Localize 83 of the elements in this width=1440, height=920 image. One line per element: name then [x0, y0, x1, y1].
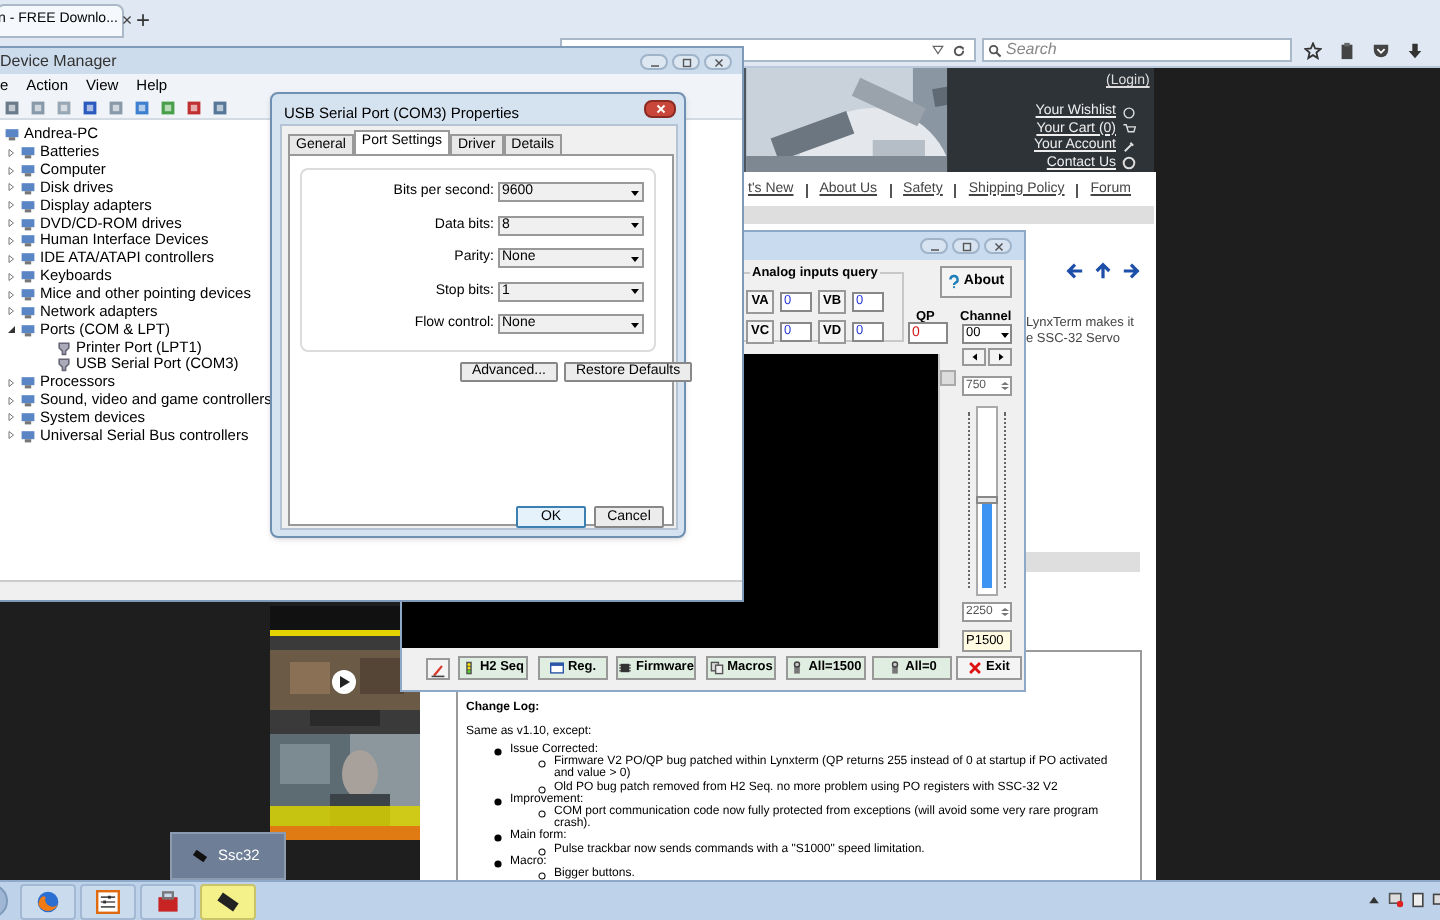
- computer-icon: [4, 126, 20, 143]
- bullet-icon: [494, 797, 502, 806]
- window-title: Device Manager: [0, 49, 117, 73]
- taskbar-button[interactable]: [200, 884, 256, 920]
- circle-bullet-icon: [538, 810, 546, 819]
- close-icon[interactable]: [993, 241, 1003, 251]
- slider-track[interactable]: [976, 406, 998, 596]
- browser-icon: [36, 890, 60, 914]
- circle-bullet-icon: [538, 785, 546, 794]
- dropdown-icon[interactable]: [932, 44, 944, 56]
- up-arrow-icon[interactable]: [1094, 262, 1112, 280]
- search-field[interactable]: Search: [982, 38, 1292, 62]
- collapsed-icon[interactable]: [6, 147, 16, 158]
- collapsed-icon[interactable]: [6, 430, 16, 441]
- circle-bullet-icon: [538, 760, 546, 769]
- dropdown-icon: [630, 286, 640, 297]
- arrow-button[interactable]: [988, 348, 1012, 366]
- traffic-light-icon: [461, 660, 476, 676]
- section-bar: [1020, 552, 1140, 572]
- bullet-icon: [494, 834, 502, 843]
- left-arrow-icon: [969, 352, 979, 362]
- collapsed-icon[interactable]: [6, 271, 16, 282]
- dropdown-icon: [630, 220, 640, 231]
- chip-icon: [618, 660, 633, 676]
- collapsed-icon[interactable]: [6, 218, 16, 229]
- cart-icon: [1122, 122, 1136, 137]
- tray-arrow-icon[interactable]: [1366, 892, 1382, 908]
- dropdown-icon: [630, 253, 640, 264]
- clipboard-icon[interactable]: [1338, 42, 1356, 60]
- globe-icon: [1122, 156, 1136, 171]
- pocket-icon[interactable]: [1372, 42, 1390, 60]
- collapsed-icon[interactable]: [6, 412, 16, 423]
- collapsed-icon[interactable]: [6, 165, 16, 176]
- bullet-icon: [494, 748, 502, 756]
- servo-icon: [887, 660, 902, 676]
- bullet-icon: [494, 859, 502, 868]
- spinner-icon: [1000, 378, 1010, 394]
- collapsed-icon[interactable]: [6, 306, 16, 317]
- slider-thumb[interactable]: [976, 496, 998, 504]
- window-icon: [549, 660, 564, 676]
- dropdown-icon: [630, 319, 640, 330]
- collapsed-icon[interactable]: [6, 235, 16, 246]
- download-icon[interactable]: [1406, 42, 1424, 60]
- network-icon[interactable]: [1388, 892, 1404, 908]
- close-icon[interactable]: ×: [121, 7, 133, 35]
- maximize-icon[interactable]: [681, 57, 691, 67]
- chip-icon: [216, 890, 240, 914]
- toolbox-icon: [156, 890, 180, 914]
- wishlist-icon: [1122, 105, 1136, 120]
- spinner-icon: [1000, 604, 1010, 620]
- key-icon: [1122, 139, 1136, 154]
- close-icon[interactable]: [713, 57, 723, 67]
- chip-icon: [192, 848, 208, 864]
- close-icon: [968, 660, 983, 676]
- collapsed-icon[interactable]: [6, 182, 16, 193]
- sliders-icon: [96, 890, 120, 914]
- close-icon: [655, 104, 665, 114]
- collapsed-icon[interactable]: [6, 289, 16, 300]
- new-tab-button[interactable]: +: [136, 8, 151, 32]
- maximize-icon[interactable]: [961, 241, 971, 251]
- right-arrow-icon[interactable]: [1122, 262, 1140, 280]
- dropdown-icon: [1000, 329, 1010, 339]
- search-icon: [988, 43, 1002, 57]
- circle-bullet-icon: [538, 872, 546, 880]
- left-arrow-icon[interactable]: [1066, 262, 1084, 280]
- collapsed-icon[interactable]: [6, 395, 16, 406]
- documents-icon: [709, 660, 724, 676]
- collapsed-icon[interactable]: [6, 377, 16, 388]
- tool-button[interactable]: [426, 658, 450, 680]
- collapsed-icon[interactable]: [6, 200, 16, 211]
- right-arrow-icon: [995, 352, 1005, 362]
- circle-bullet-icon: [538, 847, 546, 856]
- servo-icon: [790, 660, 805, 676]
- collapsed-icon[interactable]: [6, 253, 16, 264]
- arrow-button[interactable]: [962, 348, 986, 366]
- pen-icon: [430, 661, 446, 677]
- printer-icon[interactable]: [1410, 892, 1426, 908]
- star-icon[interactable]: [1304, 42, 1322, 60]
- dropdown-icon: [630, 187, 640, 198]
- reload-icon[interactable]: [952, 43, 966, 57]
- close-button[interactable]: [644, 100, 676, 118]
- help-icon: [947, 274, 960, 290]
- expanded-icon[interactable]: [6, 324, 16, 335]
